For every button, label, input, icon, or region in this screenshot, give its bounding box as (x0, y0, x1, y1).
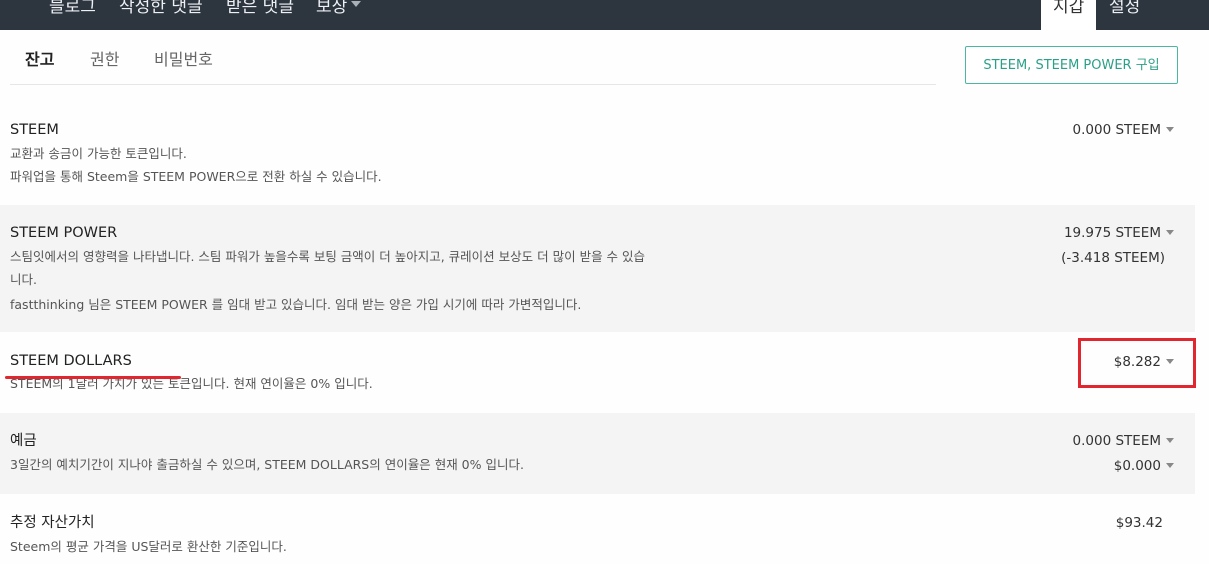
tab-password[interactable]: 비밀번호 (154, 48, 213, 72)
steem-amount: 0.000 STEEM (1072, 122, 1161, 138)
caret-down-icon (1166, 463, 1174, 468)
steem-amount-dropdown[interactable]: 0.000 STEEM (1073, 120, 1174, 140)
nav-wallet[interactable]: 지갑 (1053, 0, 1084, 20)
nav-comments[interactable]: 작성한 댓글 (119, 0, 203, 20)
savings-sbd-amount: $0.000 (1113, 458, 1161, 474)
steem-power-title: STEEM POWER (10, 225, 118, 241)
tab-balance[interactable]: 잔고 (25, 48, 54, 72)
tab-divider (10, 84, 936, 85)
steem-power-amount: 19.975 STEEM (1063, 225, 1161, 241)
nav-rewards-label: 보상 (316, 0, 348, 17)
nav-settings[interactable]: 설정 (1109, 0, 1140, 20)
steem-power-delegation-note: fastthinking 님은 STEEM POWER 를 임대 받고 있습니다… (10, 297, 582, 312)
steem-title: STEEM (10, 122, 59, 138)
red-box-annotation (1078, 338, 1196, 388)
steem-dollars-row: STEEM DOLLARS STEEM의 1달러 가치가 있는 토큰입니다. 현… (0, 332, 1195, 413)
estimated-value-desc: Steem의 평균 가격을 US달러로 환산한 기준입니다. (10, 539, 287, 554)
steem-power-desc: 스팀잇에서의 영향력을 나타냅니다. 스팀 파워가 높을수록 보팅 금액이 더 … (10, 249, 646, 264)
steem-power-desc-cont: 니다. (10, 272, 37, 287)
nav-replies[interactable]: 받은 댓글 (226, 0, 294, 20)
savings-desc: 3일간의 예치기간이 지나야 출금하실 수 있으며, STEEM DOLLARS… (10, 457, 524, 472)
nav-blog[interactable]: 블로그 (49, 0, 96, 20)
caret-down-icon (1166, 438, 1174, 443)
savings-row: 예금 3일간의 예치기간이 지나야 출금하실 수 있으며, STEEM DOLL… (0, 413, 1195, 494)
estimated-value-amount: $93.42 (1115, 515, 1163, 531)
steem-desc-2: 파워업을 통해 Steem을 STEEM POWER으로 전환 하실 수 있습니… (10, 169, 382, 184)
red-underline-annotation (5, 376, 181, 379)
top-nav-bar: 블로그 작성한 댓글 받은 댓글 보상 지갑 설정 (0, 0, 1209, 30)
steem-dollars-title: STEEM DOLLARS (10, 353, 132, 369)
steem-power-row: STEEM POWER 스팀잇에서의 영향력을 나타냅니다. 스팀 파워가 높을… (0, 205, 1195, 332)
savings-title: 예금 (10, 433, 37, 449)
savings-sbd-dropdown[interactable]: $0.000 (1114, 456, 1174, 476)
savings-steem-amount: 0.000 STEEM (1072, 433, 1161, 449)
estimated-value-row: 추정 자산가치 Steem의 평균 가격을 US달러로 환산한 기준입니다. $… (0, 494, 1195, 564)
caret-down-icon (1166, 127, 1174, 132)
nav-rewards[interactable]: 보상 (316, 0, 362, 20)
savings-steem-dropdown[interactable]: 0.000 STEEM (1073, 431, 1174, 451)
tab-permissions[interactable]: 권한 (90, 48, 119, 72)
estimated-value-title: 추정 자산가치 (10, 515, 95, 531)
chevron-down-icon (351, 1, 362, 7)
steem-power-delegated: (-3.418 STEEM) (1061, 250, 1165, 266)
caret-down-icon (1166, 230, 1174, 235)
steem-power-amount-dropdown[interactable]: 19.975 STEEM (1064, 223, 1174, 243)
steem-row: STEEM 교환과 송금이 가능한 토큰입니다. 파워업을 통해 Steem을 … (0, 110, 1195, 205)
steem-desc: 교환과 송금이 가능한 토큰입니다. (10, 146, 187, 161)
buy-steem-button[interactable]: STEEM, STEEM POWER 구입 (965, 46, 1178, 84)
